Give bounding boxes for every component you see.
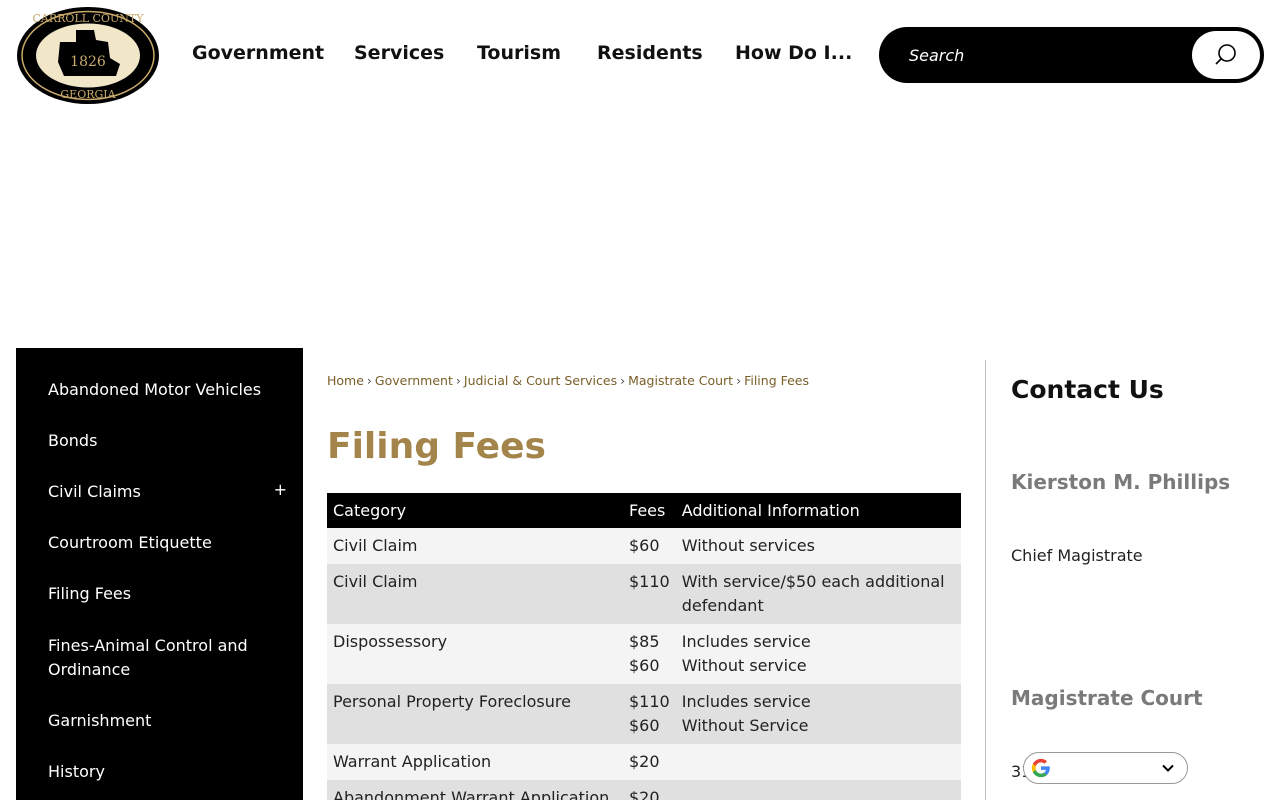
table-header-row: Category Fees Additional Information <box>327 493 961 528</box>
search-input[interactable] <box>909 41 1179 69</box>
sidebar-item-garnishment[interactable]: Garnishment <box>48 709 278 733</box>
svg-text:1826: 1826 <box>70 54 106 70</box>
sidebar-item-abandoned-motor-vehicles[interactable]: Abandoned Motor Vehicles <box>48 378 278 402</box>
nav-tourism[interactable]: Tourism <box>477 42 561 64</box>
cell-info <box>675 744 961 780</box>
sidebar-item-bonds[interactable]: Bonds <box>48 429 278 453</box>
breadcrumb-government[interactable]: Government <box>375 373 453 388</box>
search-bar <box>879 27 1264 83</box>
cell-fees: $20 <box>623 780 676 800</box>
table-row: Civil Claim $110 With service/$50 each a… <box>327 564 961 624</box>
cell-category: Civil Claim <box>327 528 623 564</box>
nav-government[interactable]: Government <box>192 42 324 64</box>
nav-residents[interactable]: Residents <box>597 42 703 64</box>
breadcrumb-magistrate-court[interactable]: Magistrate Court <box>628 373 733 388</box>
sidebar-nav: Abandoned Motor Vehicles Bonds Civil Cla… <box>16 348 303 800</box>
chevron-down-icon <box>1162 764 1174 772</box>
cell-fees: $20 <box>623 744 676 780</box>
google-icon <box>1031 758 1050 778</box>
cell-fees: $110 <box>623 564 676 624</box>
cell-info: Includes service Without service <box>675 624 961 684</box>
cell-info: Includes service Without Service <box>675 684 961 744</box>
cell-category: Civil Claim <box>327 564 623 624</box>
cell-info <box>675 780 961 800</box>
cell-category: Warrant Application <box>327 744 623 780</box>
cell-category: Personal Property Foreclosure <box>327 684 623 744</box>
cell-fees: $110 $60 <box>623 684 676 744</box>
nav-services[interactable]: Services <box>354 42 444 64</box>
sidebar-item-fines-animal-control[interactable]: Fines-Animal Control and Ordinance <box>48 634 278 682</box>
svg-text:CARROLL COUNTY: CARROLL COUNTY <box>33 12 145 25</box>
cell-category: Dispossessory <box>327 624 623 684</box>
table-row: Dispossessory $85 $60 Includes service Wit… <box>327 624 961 684</box>
contact-us-heading: Contact Us <box>1011 375 1164 404</box>
sidebar-item-civil-claims[interactable]: Civil Claims <box>48 480 278 504</box>
table-row: Abandonment Warrant Application $20 <box>327 780 961 800</box>
contact-department: Magistrate Court <box>1011 686 1203 710</box>
contact-name: Kierston M. Phillips <box>1011 470 1231 494</box>
contact-role: Chief Magistrate <box>1011 546 1143 565</box>
breadcrumb-home[interactable]: Home <box>327 373 364 388</box>
filing-fees-table: Category Fees Additional Information Civ… <box>327 493 961 800</box>
breadcrumb-filing-fees[interactable]: Filing Fees <box>744 373 809 388</box>
table-row: Personal Property Foreclosure $110 $60 In… <box>327 684 961 744</box>
header-category: Category <box>327 493 623 528</box>
search-button[interactable] <box>1192 31 1260 79</box>
sidebar-item-filing-fees[interactable]: Filing Fees <box>48 582 278 606</box>
nav-how-do-i[interactable]: How Do I... <box>735 42 852 64</box>
sidebar-item-history[interactable]: History <box>48 760 278 784</box>
breadcrumb-judicial[interactable]: Judicial & Court Services <box>464 373 617 388</box>
table-row: Civil Claim $60 Without services <box>327 528 961 564</box>
expand-civil-claims-icon[interactable]: + <box>274 480 287 499</box>
svg-text:GEORGIA: GEORGIA <box>60 88 116 101</box>
header-info: Additional Information <box>675 493 961 528</box>
column-divider <box>985 360 986 800</box>
cell-category: Abandonment Warrant Application <box>327 780 623 800</box>
county-seal-logo[interactable]: 1826 CARROLL COUNTY GEORGIA <box>16 6 160 105</box>
page-title: Filing Fees <box>327 426 546 467</box>
cell-fees: $85 $60 <box>623 624 676 684</box>
table-row: Warrant Application $20 <box>327 744 961 780</box>
cell-info: With service/$50 each additional defenda… <box>675 564 961 624</box>
breadcrumb: Home › Government › Judicial & Court Service… <box>327 373 810 388</box>
google-translate-select[interactable] <box>1023 752 1188 784</box>
header-fees: Fees <box>623 493 676 528</box>
search-icon <box>1215 44 1236 65</box>
sidebar-item-courtroom-etiquette[interactable]: Courtroom Etiquette <box>48 531 278 555</box>
cell-fees: $60 <box>623 528 676 564</box>
cell-info: Without services <box>675 528 961 564</box>
